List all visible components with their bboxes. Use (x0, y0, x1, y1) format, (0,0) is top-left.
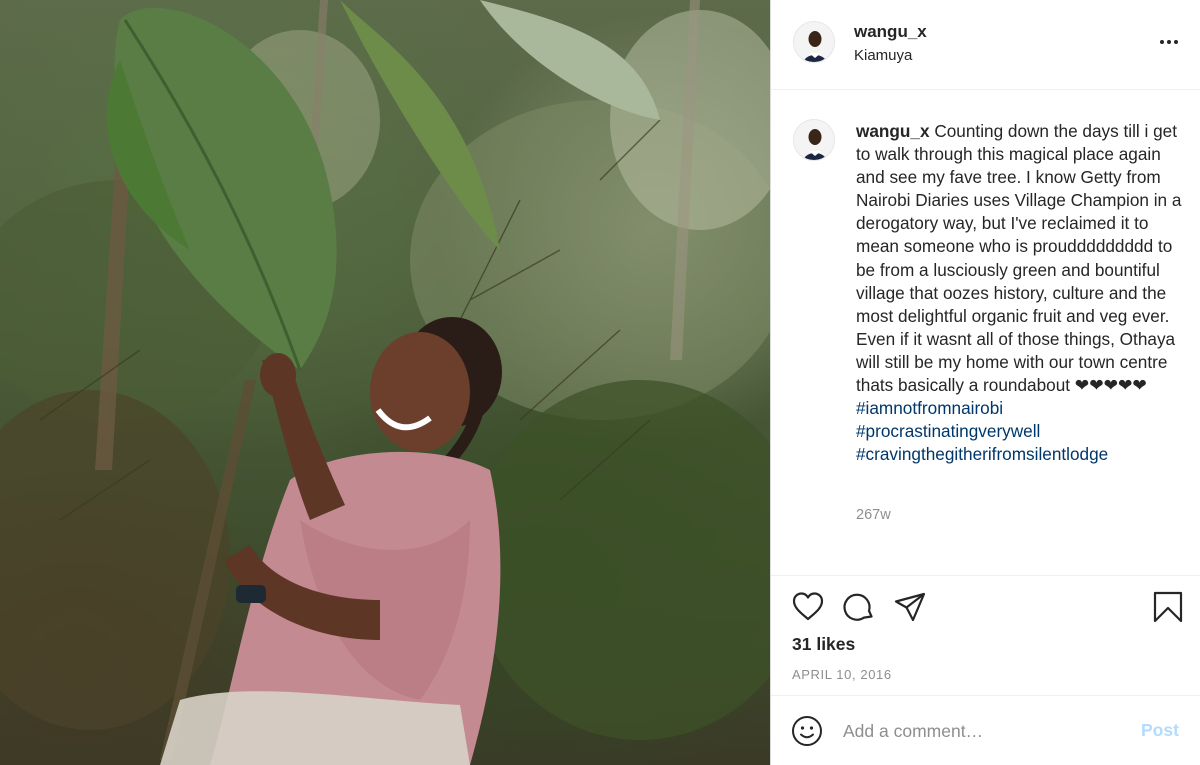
caption-section: wangu_x Counting down the days till i ge… (771, 90, 1200, 576)
caption-timestamp[interactable]: 267w (856, 507, 891, 523)
avatar-image (794, 120, 834, 160)
post-header: wangu_x Kiamuya (771, 0, 1200, 90)
post-photo[interactable] (0, 0, 770, 765)
photo-illustration (0, 0, 770, 765)
share-icon[interactable] (893, 590, 927, 624)
post-actions: 31 likes APRIL 10, 2016 (771, 576, 1200, 696)
header-location[interactable]: Kiamuya (854, 47, 912, 64)
comment-input[interactable] (843, 718, 1123, 744)
heart-icon[interactable] (791, 590, 825, 624)
likes-count[interactable]: 31 likes (792, 634, 855, 655)
emoji-icon[interactable] (791, 715, 823, 747)
hashtag-link[interactable]: #procrastinatingverywell (856, 420, 1186, 443)
caption-text: wangu_x Counting down the days till i ge… (856, 120, 1186, 466)
avatar[interactable] (793, 21, 835, 63)
avatar-image (794, 22, 834, 62)
comment-icon[interactable] (842, 590, 876, 624)
post-date: APRIL 10, 2016 (792, 667, 892, 682)
post-comment-button[interactable]: Post (1141, 720, 1179, 741)
header-username[interactable]: wangu_x (854, 22, 927, 42)
bookmark-icon[interactable] (1151, 590, 1185, 624)
post-details-panel: wangu_x Kiamuya wangu_x Counting down th… (770, 0, 1200, 765)
caption-avatar[interactable] (793, 119, 835, 161)
hashtag-link[interactable]: #cravingthegitherifromsilentlodge (856, 443, 1186, 466)
more-options-icon[interactable] (1157, 30, 1181, 54)
caption-body: Counting down the days till i get to wal… (856, 121, 1182, 396)
caption-username[interactable]: wangu_x (856, 121, 930, 141)
comment-bar: Post (771, 696, 1200, 765)
hashtag-link[interactable]: #iamnotfromnairobi (856, 397, 1186, 420)
